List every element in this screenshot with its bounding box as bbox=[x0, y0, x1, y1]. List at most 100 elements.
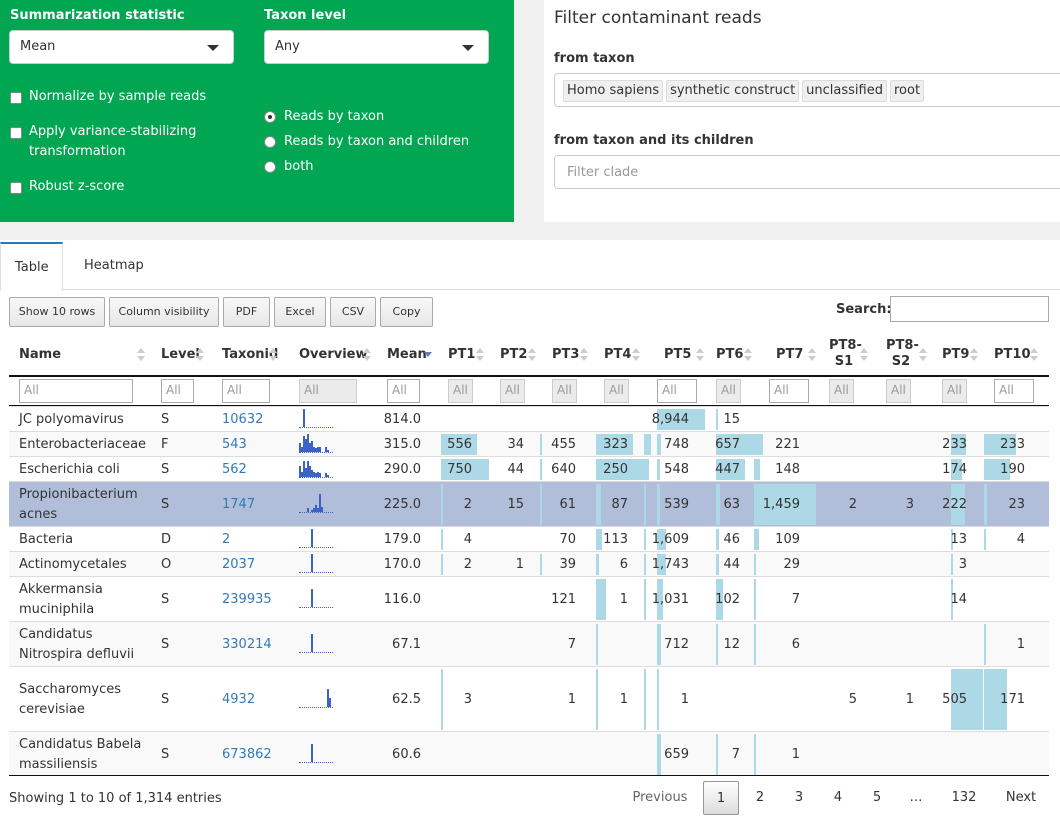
taxonid-link[interactable]: 4932 bbox=[222, 690, 255, 710]
radio-reads-by-taxon-children[interactable] bbox=[264, 136, 276, 148]
table-row[interactable]: Saccharomyces cerevisiae S 4932 62.5 3 1 1 1 5 1 50… bbox=[9, 666, 1049, 731]
column-filter-mean[interactable]: All bbox=[387, 379, 420, 403]
csv-button[interactable]: CSV bbox=[330, 297, 376, 327]
column-filter-pt8-s1[interactable]: All bbox=[829, 379, 854, 403]
column-header-pt4[interactable]: PT4 bbox=[604, 347, 631, 363]
page-button[interactable]: 3 bbox=[781, 781, 817, 815]
column-filter-name[interactable]: All bbox=[19, 379, 133, 403]
taxon-tag[interactable]: Homo sapiens bbox=[563, 80, 664, 102]
sort-icon[interactable] bbox=[860, 348, 869, 362]
column-filter-level[interactable]: All bbox=[161, 379, 194, 403]
taxonid-link[interactable]: 2037 bbox=[222, 555, 255, 575]
sort-icon[interactable] bbox=[137, 348, 146, 362]
radio-both[interactable] bbox=[264, 161, 276, 173]
page-button[interactable]: 5 bbox=[859, 781, 895, 815]
column-header-pt1[interactable]: PT1 bbox=[448, 347, 475, 363]
sample-value: 39 bbox=[559, 556, 576, 572]
column-header-overview[interactable]: Overview bbox=[299, 347, 368, 363]
taxonid-link[interactable]: 562 bbox=[222, 460, 247, 480]
sort-icon[interactable] bbox=[580, 348, 589, 362]
sort-icon[interactable] bbox=[744, 348, 753, 362]
column-filter-pt3[interactable]: All bbox=[552, 379, 577, 403]
taxonid-link[interactable]: 543 bbox=[222, 435, 247, 455]
table-row[interactable]: Akkermansia muciniphila S 239935 116.0 121 1 1,… bbox=[9, 576, 1049, 621]
column-filter-pt8-s2[interactable]: All bbox=[886, 379, 911, 403]
taxon-level-select[interactable]: Any bbox=[264, 30, 489, 64]
table-row[interactable]: Escherichia coli S 562 290.0 750 44 640 250 548 4… bbox=[9, 456, 1049, 481]
taxonid-link[interactable]: 330214 bbox=[222, 635, 272, 655]
column-filter-pt2[interactable]: All bbox=[500, 379, 525, 403]
sort-icon[interactable] bbox=[970, 348, 979, 362]
column-filter-pt4[interactable]: All bbox=[604, 379, 629, 403]
column-filter-pt1[interactable]: All bbox=[448, 379, 473, 403]
taxonid-link[interactable]: 673862 bbox=[222, 745, 272, 765]
table-row[interactable]: Enterobacteriaceae F 543 315.0 556 34 455 323 74… bbox=[9, 431, 1049, 456]
column-header-pt9[interactable]: PT9 bbox=[942, 347, 969, 363]
taxonid-link[interactable]: 1747 bbox=[222, 495, 255, 515]
table-row[interactable]: JC polyomavirus S 10632 814.0 8,944 15 bbox=[9, 406, 1049, 431]
table-row[interactable]: Actinomycetales O 2037 170.0 2 1 39 6 1,743 44 29 3 bbox=[9, 551, 1049, 576]
sort-icon[interactable] bbox=[269, 348, 278, 362]
column-header-pt5[interactable]: PT5 bbox=[664, 347, 691, 363]
column-filter-pt7[interactable]: All bbox=[769, 379, 809, 403]
normalize-checkbox[interactable] bbox=[10, 92, 22, 104]
from-taxon-input[interactable]: Homo sapiens synthetic construct unclassif… bbox=[554, 73, 1060, 107]
filter-clade-input[interactable]: Filter clade bbox=[554, 155, 1060, 189]
column-header-pt2[interactable]: PT2 bbox=[500, 347, 527, 363]
page-button[interactable]: 132 bbox=[944, 781, 984, 815]
table-row[interactable]: Propionibacterium acnes S 1747 225.0 2 15 61 87 5… bbox=[9, 481, 1049, 526]
taxon-tag[interactable]: root bbox=[889, 80, 925, 102]
column-filter-pt10[interactable]: All bbox=[994, 379, 1034, 403]
previous-page-button[interactable]: Previous bbox=[624, 781, 696, 815]
column-header-pt10[interactable]: PT10 bbox=[994, 347, 1031, 363]
search-input[interactable] bbox=[890, 296, 1049, 322]
column-header-pt8-s2[interactable]: PT8- S2 bbox=[886, 338, 919, 370]
tab-table[interactable]: Table bbox=[0, 242, 63, 291]
taxonid-link[interactable]: 10632 bbox=[222, 410, 263, 430]
radio-reads-by-taxon[interactable] bbox=[264, 111, 276, 123]
table-row[interactable]: Bacteria D 2 179.0 4 70 113 1,609 46 109 13 4 bbox=[9, 526, 1049, 551]
sort-icon[interactable] bbox=[476, 348, 485, 362]
sort-icon[interactable] bbox=[919, 348, 928, 362]
page-button[interactable]: 1 bbox=[703, 781, 739, 815]
column-filter-pt5[interactable]: All bbox=[657, 379, 697, 403]
page-button[interactable]: 2 bbox=[742, 781, 778, 815]
page-button[interactable]: 4 bbox=[820, 781, 856, 815]
table-row[interactable]: Candidatus Nitrospira defluvii S 330214 67.1… bbox=[9, 621, 1049, 666]
pdf-button[interactable]: PDF bbox=[223, 297, 270, 327]
next-page-button[interactable]: Next bbox=[998, 781, 1044, 815]
column-header-pt3[interactable]: PT3 bbox=[552, 347, 579, 363]
tab-heatmap[interactable]: Heatmap bbox=[70, 242, 158, 290]
column-visibility-button[interactable]: Column visibility bbox=[109, 297, 219, 327]
column-header-mean[interactable]: Mean bbox=[387, 347, 427, 363]
sort-icon[interactable] bbox=[1030, 348, 1039, 362]
variance-stabilizing-checkbox[interactable] bbox=[10, 127, 22, 139]
taxonid-link[interactable]: 2 bbox=[222, 530, 230, 550]
sort-icon[interactable] bbox=[808, 348, 817, 362]
show-rows-button[interactable]: Show 10 rows bbox=[9, 297, 105, 327]
robust-zscore-checkbox[interactable] bbox=[10, 182, 22, 194]
taxon-tag[interactable]: unclassified bbox=[802, 80, 887, 102]
taxonid-link[interactable]: 239935 bbox=[222, 590, 272, 610]
column-header-name[interactable]: Name bbox=[19, 347, 61, 363]
sort-icon[interactable] bbox=[363, 348, 372, 362]
column-filter-taxonid[interactable]: All bbox=[222, 379, 270, 403]
column-filter-pt9[interactable]: All bbox=[942, 379, 967, 403]
excel-button[interactable]: Excel bbox=[274, 297, 326, 327]
column-header-level[interactable]: Level bbox=[161, 347, 200, 363]
column-header-pt8-s1[interactable]: PT8- S1 bbox=[829, 338, 862, 370]
sample-value: 2 bbox=[463, 496, 472, 512]
column-header-pt6[interactable]: PT6 bbox=[716, 347, 743, 363]
column-header-pt7[interactable]: PT7 bbox=[776, 347, 803, 363]
taxon-tag[interactable]: synthetic construct bbox=[666, 80, 800, 102]
table-row[interactable]: Candidatus Babela massiliensis S 673862 60.6… bbox=[9, 731, 1049, 776]
summarization-statistic-select[interactable]: Mean bbox=[9, 30, 234, 64]
sort-icon[interactable] bbox=[424, 348, 433, 362]
sort-icon[interactable] bbox=[632, 348, 641, 362]
sort-icon[interactable] bbox=[196, 348, 205, 362]
sort-icon[interactable] bbox=[696, 348, 705, 362]
copy-button[interactable]: Copy bbox=[380, 297, 433, 327]
sort-icon[interactable] bbox=[528, 348, 537, 362]
column-filter-overview[interactable]: All bbox=[299, 379, 357, 403]
column-filter-pt6[interactable]: All bbox=[716, 379, 741, 403]
